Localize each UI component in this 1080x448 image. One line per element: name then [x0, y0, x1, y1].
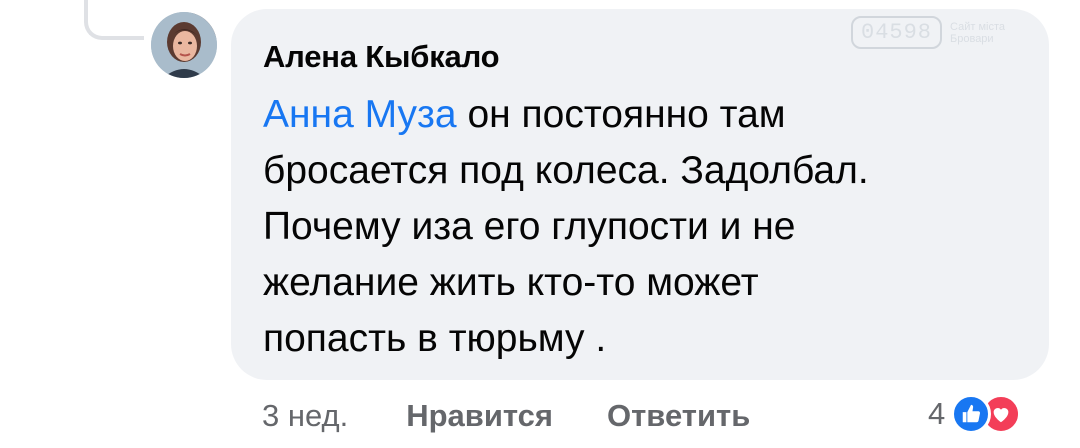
thread-connector-line [84, 0, 144, 40]
comment-timestamp[interactable]: 3 нед. [262, 398, 348, 434]
reaction-count: 4 [928, 396, 946, 431]
watermark-caption: Сайт міста Бровари [950, 21, 1005, 45]
like-button[interactable]: Нравится [406, 398, 553, 434]
comment-text-line-5: попасть в тюрьму . [263, 317, 607, 360]
comment-actions: 3 нед. Нравится Ответить [262, 398, 750, 434]
comment-text-line-1: он постоянно там [456, 93, 786, 136]
avatar-image [151, 12, 217, 78]
comment-text-line-2: бросается под колеса. Задолбал. [263, 149, 869, 192]
comment-text-line-4: желание жить кто-то может [263, 261, 759, 304]
reply-button[interactable]: Ответить [607, 398, 750, 434]
mention-link[interactable]: Анна Муза [263, 93, 457, 136]
watermark-logo: 04598 [851, 16, 943, 49]
like-icon [951, 394, 992, 434]
comment-author[interactable]: Алена Кыбкало [263, 39, 500, 75]
comment-text: Анна Муза он постоянно там бросается под … [263, 87, 1003, 367]
watermark: 04598 Сайт міста Бровари [851, 16, 1005, 49]
comment-text-line-3: Почему иза его глупости и не [263, 205, 796, 248]
reactions-summary[interactable]: 4 [928, 392, 1022, 436]
avatar[interactable] [151, 12, 217, 78]
watermark-caption-line2: Бровари [950, 32, 994, 45]
comment-bubble: 04598 Сайт міста Бровари Алена Кыбкало А… [231, 9, 1049, 380]
watermark-caption-line1: Сайт міста [950, 20, 1005, 33]
